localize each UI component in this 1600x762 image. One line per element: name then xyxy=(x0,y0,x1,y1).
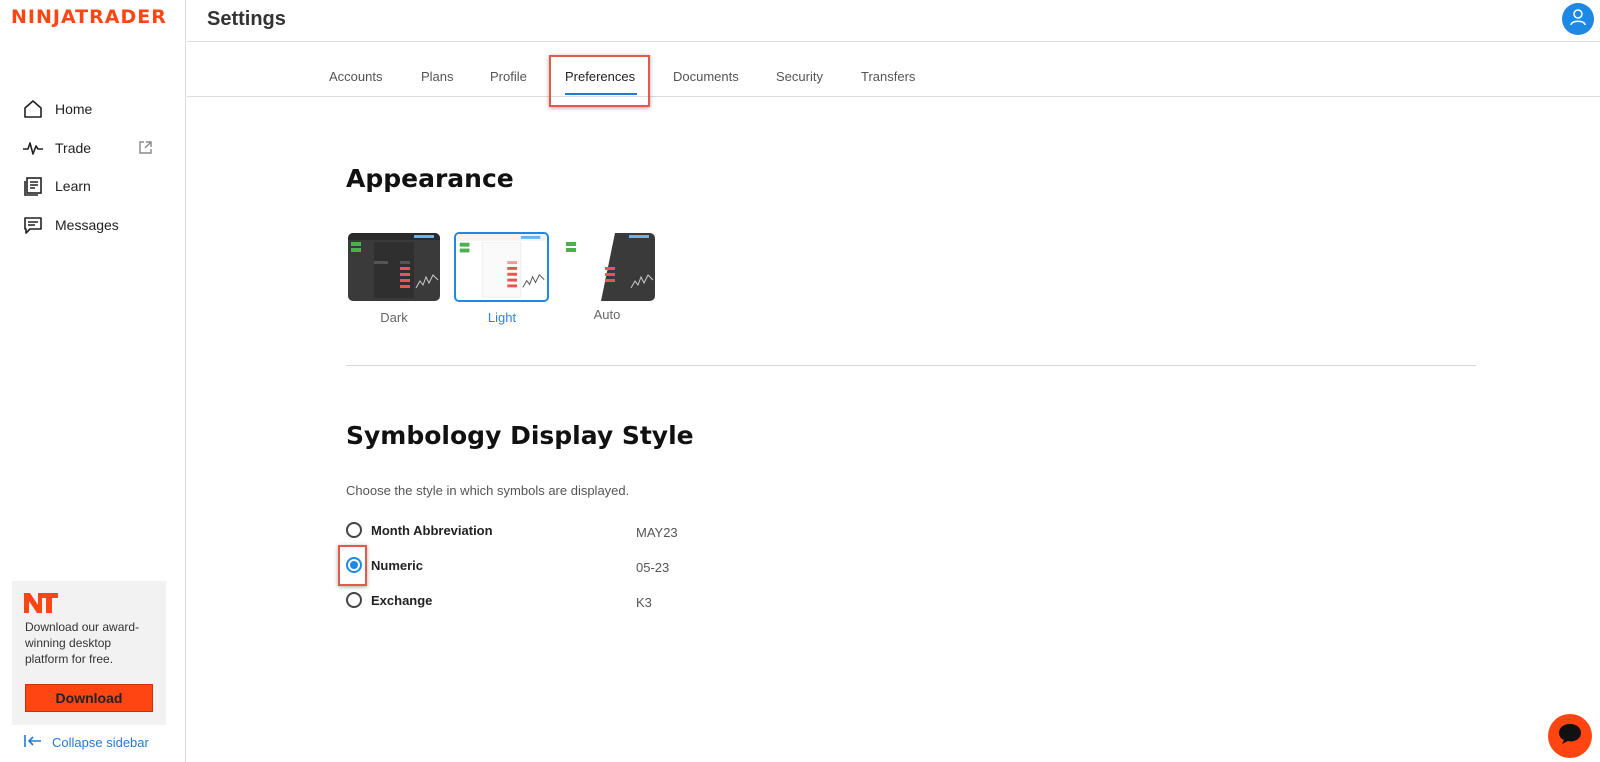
collapse-arrow-icon xyxy=(24,734,52,751)
option-numeric[interactable]: Numeric xyxy=(346,557,423,573)
symbology-subtitle: Choose the style in which symbols are di… xyxy=(346,483,630,498)
promo-text: Download our award-winning desktop platf… xyxy=(25,620,140,666)
sidebar-item-label: Learn xyxy=(55,178,91,195)
collapse-sidebar-button[interactable]: Collapse sidebar xyxy=(24,734,149,751)
sidebar-item-home[interactable]: Home xyxy=(22,90,172,129)
auto-theme-preview xyxy=(563,233,655,301)
pulse-icon xyxy=(22,137,44,159)
nt-logo-icon xyxy=(24,593,58,618)
home-icon xyxy=(22,98,44,120)
option-exchange[interactable]: Exchange xyxy=(346,592,432,608)
option-label: Month Abbreviation xyxy=(371,522,493,538)
dark-theme-preview xyxy=(348,233,440,301)
sidebar: NINJATRADER Home Trade Learn Messages Do… xyxy=(0,0,186,762)
tab-documents[interactable]: Documents xyxy=(673,69,739,84)
top-header: Settings xyxy=(187,0,1600,42)
download-button[interactable]: Download xyxy=(25,684,153,712)
sidebar-item-label: Home xyxy=(55,101,93,118)
option-example: MAY23 xyxy=(636,525,678,540)
sidebar-item-label: Messages xyxy=(55,216,119,233)
tab-transfers[interactable]: Transfers xyxy=(861,69,915,84)
tab-profile[interactable]: Profile xyxy=(490,69,527,84)
option-example: 05-23 xyxy=(636,560,670,575)
option-month-abbreviation[interactable]: Month Abbreviation xyxy=(346,522,493,538)
active-tab-indicator xyxy=(565,93,637,95)
theme-auto-card[interactable] xyxy=(563,233,655,301)
option-label: Numeric xyxy=(371,557,424,573)
radio-month-abbreviation[interactable] xyxy=(346,522,362,538)
external-link-icon[interactable] xyxy=(138,140,154,156)
option-example: K3 xyxy=(636,595,652,610)
avatar[interactable] xyxy=(1562,3,1594,35)
theme-light-label: Light xyxy=(487,310,517,325)
theme-light-card[interactable] xyxy=(454,232,549,302)
radio-exchange[interactable] xyxy=(346,592,362,608)
chat-bubble-icon xyxy=(1557,722,1583,751)
tab-preferences[interactable]: Preferences xyxy=(565,69,635,84)
sidebar-nav: Home Trade Learn Messages xyxy=(22,90,172,244)
symbology-title: Symbology Display Style xyxy=(346,421,694,450)
tab-security[interactable]: Security xyxy=(776,69,823,84)
radio-numeric[interactable] xyxy=(346,557,362,573)
appearance-title: Appearance xyxy=(346,164,514,193)
tab-accounts[interactable]: Accounts xyxy=(329,69,382,84)
message-icon xyxy=(22,214,44,236)
book-icon xyxy=(22,175,44,197)
section-divider xyxy=(346,365,1476,366)
ninjatrader-logo[interactable]: NINJATRADER xyxy=(11,6,167,28)
option-label: Exchange xyxy=(371,592,433,608)
sidebar-item-learn[interactable]: Learn xyxy=(22,167,172,206)
sidebar-item-label: Trade xyxy=(55,139,92,156)
user-icon xyxy=(1569,8,1587,31)
theme-dark-card[interactable] xyxy=(348,233,440,301)
tab-plans[interactable]: Plans xyxy=(421,69,454,84)
page-title: Settings xyxy=(207,8,286,30)
sidebar-item-trade[interactable]: Trade xyxy=(22,129,172,168)
settings-tabs: Accounts Plans Profile Preferences Docum… xyxy=(187,43,1600,107)
collapse-sidebar-label: Collapse sidebar xyxy=(52,735,149,750)
download-promo: Download our award-winning desktop platf… xyxy=(12,581,166,725)
light-theme-preview xyxy=(456,234,547,300)
theme-auto-label: Auto xyxy=(593,307,621,322)
theme-dark-label: Dark xyxy=(380,310,408,325)
chat-button[interactable] xyxy=(1548,714,1592,758)
sidebar-item-messages[interactable]: Messages xyxy=(22,206,172,245)
